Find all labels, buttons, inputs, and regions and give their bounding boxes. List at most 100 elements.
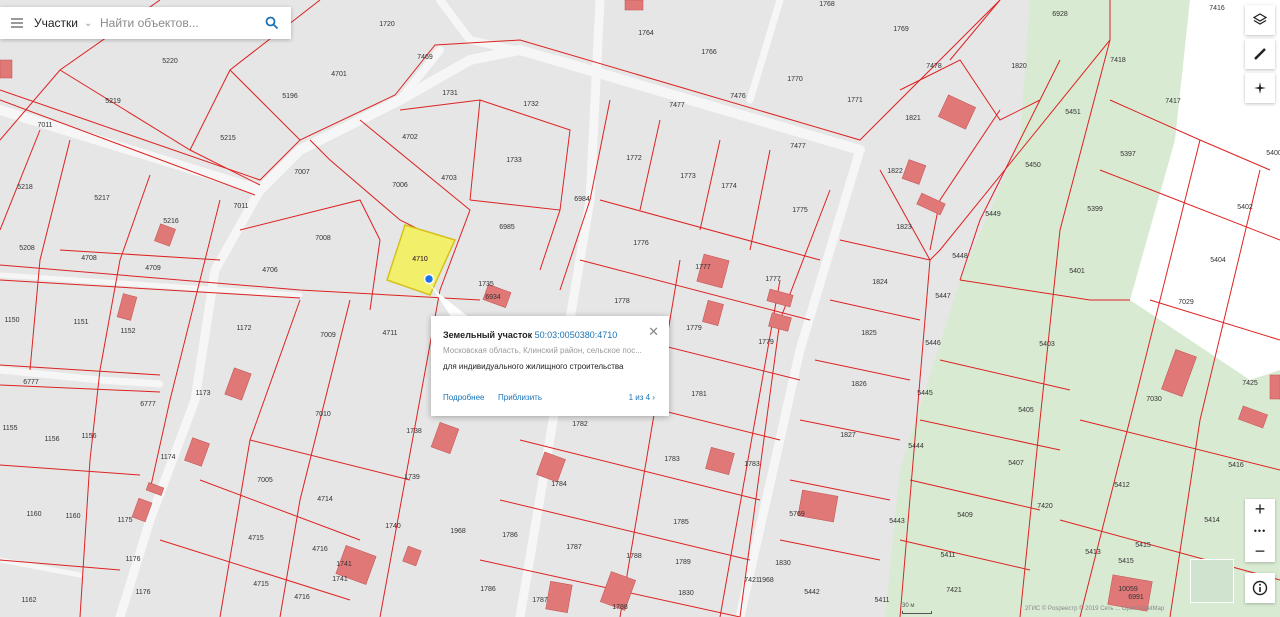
parcel-label: 1777: [695, 264, 711, 271]
scale-label: 30 м: [902, 603, 915, 609]
parcel-label: 1152: [120, 328, 135, 335]
parcel-label: 1740: [385, 523, 401, 530]
search-icon[interactable]: [261, 12, 283, 34]
parcel-popup: Земельный участок 50:03:0050380:4710 Мос…: [431, 316, 669, 416]
parcel-label: 1156: [44, 436, 59, 443]
parcel-label: 1720: [379, 21, 395, 28]
parcel-label: 1821: [905, 115, 921, 122]
info-button[interactable]: [1245, 573, 1275, 603]
parcel-label: 5413: [1085, 549, 1101, 556]
menu-icon[interactable]: [0, 7, 34, 39]
popup-title-text: Земельный участок: [443, 330, 533, 340]
chevron-right-icon[interactable]: ›: [652, 393, 655, 402]
parcel-label: 5208: [19, 245, 35, 252]
close-icon[interactable]: ✕: [648, 324, 659, 340]
search-input[interactable]: [98, 15, 242, 31]
cadastral-map[interactable]: 4710 17201768176969287416522047017469176…: [0, 0, 1280, 617]
zoom-controls: + ••• −: [1245, 499, 1275, 562]
chevron-down-icon[interactable]: ⌄: [84, 18, 98, 29]
zoom-in-button[interactable]: +: [1245, 499, 1275, 520]
parcel-label: 6777: [23, 379, 39, 386]
popup-pager[interactable]: 1 из 4 ›: [629, 393, 655, 402]
parcel-label: 1155: [2, 425, 17, 432]
parcel-label: 7477: [790, 143, 806, 150]
parcel-label: 1769: [893, 26, 909, 33]
parcel-label: 5443: [889, 518, 905, 525]
parcel-label: 7425: [1242, 380, 1258, 387]
parcel-label: 7420: [1037, 503, 1053, 510]
parcel-label: 7417: [1165, 98, 1181, 105]
parcel-label: 1160: [65, 513, 80, 520]
geolocation-button[interactable]: [1245, 73, 1275, 103]
parcel-label: 5451: [1065, 109, 1081, 116]
parcel-label: 5415: [1118, 558, 1134, 565]
parcel-label: 1764: [638, 30, 654, 37]
location-marker[interactable]: [423, 273, 435, 285]
parcel-label: 1738: [406, 428, 422, 435]
parcel-label: 1779: [758, 339, 774, 346]
layers-button[interactable]: [1245, 5, 1275, 35]
parcel-label: 1968: [450, 528, 466, 535]
popup-address: Московская область, Клинский район, сель…: [443, 346, 642, 355]
parcel-label: 4716: [294, 594, 310, 601]
parcel-label: 4715: [248, 535, 264, 542]
parcel-label: 5411: [874, 597, 889, 604]
more-button[interactable]: •••: [1245, 520, 1275, 541]
parcel-label: 5220: [162, 58, 178, 65]
parcel-label: 1731: [442, 90, 458, 97]
cadastral-number[interactable]: 50:03:0050380:4710: [535, 330, 618, 340]
parcel-label: 7006: [392, 182, 408, 189]
parcel-label: 1830: [775, 560, 791, 567]
parcel-label: 1830: [678, 590, 694, 597]
crosshair-icon: [1254, 82, 1266, 94]
parcel-label: 5196: [282, 93, 298, 100]
parcel-label: 1786: [502, 532, 518, 539]
parcel-label: 7029: [1178, 299, 1194, 306]
parcel-label: 1968: [758, 577, 774, 584]
zoom-to-link[interactable]: Приблизить: [498, 393, 542, 402]
parcel-label: 5407: [1008, 460, 1024, 467]
parcel-label: 1788: [612, 604, 628, 611]
pager-text: 1 из 4: [628, 393, 651, 402]
parcel-label: 1783: [744, 461, 760, 468]
ruler-button[interactable]: [1245, 39, 1275, 69]
parcel-label: 5219: [105, 98, 121, 105]
parcel-label: 5415: [1135, 542, 1151, 549]
search-category[interactable]: Участки: [34, 16, 84, 30]
parcel-label: 5409: [957, 512, 973, 519]
parcel-label: 1775: [792, 207, 808, 214]
parcel-label: 5769: [789, 511, 805, 518]
parcel-label: 4702: [402, 134, 418, 141]
basemap-thumbnail[interactable]: [1190, 559, 1234, 603]
parcel-label: 1160: [26, 511, 41, 518]
parcel-label: 1741: [332, 576, 348, 583]
details-link[interactable]: Подробнее: [443, 393, 485, 402]
parcel-label: 5217: [94, 195, 110, 202]
zoom-out-button[interactable]: −: [1245, 541, 1275, 562]
parcel-label: 4714: [317, 496, 333, 503]
parcel-label: 1741: [336, 561, 352, 568]
parcel-label: 5448: [952, 253, 968, 260]
parcel-label: 7008: [315, 235, 331, 242]
parcel-label: 6984: [574, 196, 590, 203]
parcel-label: 7011: [233, 203, 248, 210]
parcel-label: 1788: [626, 553, 642, 560]
popup-purpose: для индивидуального жилищного строительс…: [443, 362, 624, 371]
parcel-label: 1825: [861, 330, 877, 337]
parcel-label: 1822: [887, 168, 903, 175]
parcel-label: 7477: [669, 102, 685, 109]
parcel-label: 5449: [985, 211, 1001, 218]
parcel-label: 4709: [145, 265, 161, 272]
parcel-label: 1771: [847, 97, 863, 104]
parcel-label: 1774: [721, 183, 737, 190]
parcel-label: 5404: [1210, 257, 1226, 264]
parcel-label: 6934: [485, 294, 501, 301]
parcel-label: 6985: [499, 224, 515, 231]
parcel-label: 1162: [21, 597, 36, 604]
parcel-label: 1779: [686, 325, 702, 332]
parcel-label: 7418: [1110, 57, 1126, 64]
parcel-label: 1772: [626, 155, 642, 162]
layers-icon: [1253, 13, 1267, 25]
parcel-label: 1773: [680, 173, 696, 180]
parcel-label: 1784: [551, 481, 567, 488]
